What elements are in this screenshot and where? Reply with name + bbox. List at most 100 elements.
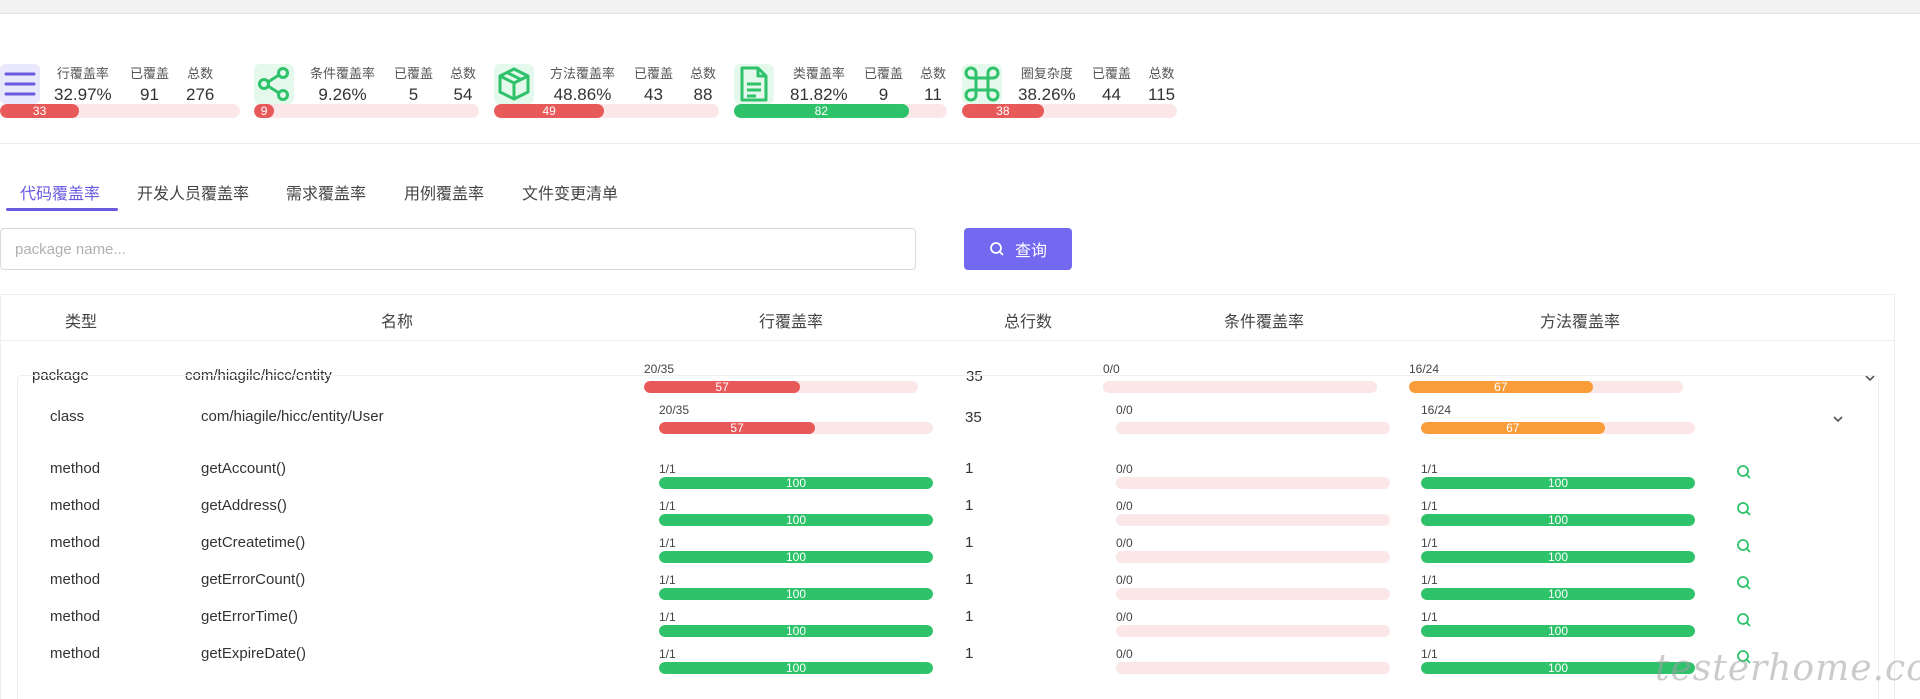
- tab-developer-coverage[interactable]: 开发人员覆盖率: [137, 180, 249, 210]
- stat-cyclomatic-complexity: 圈复杂度 38.26% 已覆盖 44 总数 115 38: [962, 14, 1177, 144]
- line-coverage-fill: 100: [659, 662, 933, 674]
- condition-coverage-bar: [1116, 625, 1390, 637]
- command-icon: [962, 64, 1002, 104]
- stat-progress-bar: 49: [494, 104, 719, 118]
- chevron-down-icon[interactable]: [1831, 412, 1845, 426]
- stat-rate: 条件覆盖率 9.26%: [310, 66, 376, 104]
- tab-code-coverage[interactable]: 代码覆盖率: [20, 180, 100, 210]
- condition-coverage-bar: [1116, 477, 1390, 489]
- row-type: method: [50, 534, 101, 551]
- header-name: 名称: [380, 314, 414, 331]
- condition-coverage-bar: [1116, 514, 1390, 526]
- query-button[interactable]: 查询: [964, 228, 1072, 270]
- method-coverage-ratio: 1/1: [1421, 610, 1438, 624]
- stat-progress-bar: 82: [734, 104, 947, 118]
- package-search-input[interactable]: [0, 228, 916, 270]
- method-coverage-ratio: 1/1: [1421, 647, 1438, 661]
- stat-progress-fill: 9: [254, 104, 275, 118]
- row-total-lines: 1: [965, 571, 974, 588]
- header-type: 类型: [64, 314, 98, 331]
- method-coverage-fill: 67: [1421, 422, 1605, 434]
- line-coverage-ratio: 1/1: [659, 499, 676, 513]
- stat-line-coverage: 行覆盖率 32.97% 已覆盖 91 总数 276 33: [0, 14, 240, 144]
- method-coverage-bar: 100: [1421, 551, 1695, 563]
- stat-rate: 圈复杂度 38.26%: [1018, 66, 1076, 104]
- search-icon[interactable]: [1736, 538, 1752, 554]
- line-coverage-ratio: 1/1: [659, 610, 676, 624]
- table-header: 类型 名称 行覆盖率 总行数 条件覆盖率 方法覆盖率: [1, 295, 1894, 341]
- tab-testcase-coverage[interactable]: 用例覆盖率: [404, 180, 484, 210]
- coverage-summary-panel: 行覆盖率 32.97% 已覆盖 91 总数 276 33 条件覆盖率 9.26% 已覆盖…: [0, 14, 1920, 144]
- condition-coverage-ratio: 0/0: [1116, 403, 1133, 417]
- line-coverage-bar: 100: [659, 588, 933, 600]
- line-coverage-bar: 100: [659, 625, 933, 637]
- line-coverage-bar: 57: [659, 422, 933, 434]
- stat-total: 总数 54: [450, 66, 477, 104]
- stat-covered: 已覆盖 43: [634, 66, 674, 104]
- stat-covered: 已覆盖 44: [1092, 66, 1132, 104]
- condition-coverage-ratio: 0/0: [1116, 536, 1133, 550]
- row-name: getAccount(): [201, 460, 287, 477]
- line-coverage-bar: 100: [659, 477, 933, 489]
- method-coverage-ratio: 1/1: [1421, 573, 1438, 587]
- package-expanded-panel: class com/hiagile/hicc/entity/User 20/35…: [17, 375, 1879, 699]
- top-bar: [0, 0, 1920, 14]
- method-coverage-fill: 100: [1421, 477, 1695, 489]
- line-coverage-fill: 100: [659, 551, 933, 563]
- line-coverage-fill: 100: [659, 477, 933, 489]
- row-total-lines: 35: [965, 409, 982, 426]
- header-method-rate: 方法覆盖率: [1539, 314, 1621, 331]
- line-coverage-ratio: 20/35: [644, 362, 675, 376]
- line-coverage-ratio: 1/1: [659, 647, 676, 661]
- method-coverage-fill: 100: [1421, 662, 1695, 674]
- stat-total: 总数 11: [920, 66, 947, 104]
- method-coverage-bar: 100: [1421, 625, 1695, 637]
- search-icon[interactable]: [1736, 464, 1752, 480]
- condition-coverage-bar: [1116, 588, 1390, 600]
- stat-rate: 方法覆盖率 48.86%: [550, 66, 616, 104]
- stat-progress-fill: 49: [494, 104, 605, 118]
- row-total-lines: 1: [965, 497, 974, 514]
- method-coverage-bar: 67: [1421, 422, 1695, 434]
- condition-coverage-ratio: 0/0: [1116, 462, 1133, 476]
- line-coverage-fill: 100: [659, 625, 933, 637]
- coverage-table: 类型 名称 行覆盖率 总行数 条件覆盖率 方法覆盖率 package com/h…: [0, 294, 1895, 699]
- search-icon[interactable]: [1736, 612, 1752, 628]
- stat-progress-bar: 38: [962, 104, 1177, 118]
- row-total-lines: 1: [965, 608, 974, 625]
- condition-coverage-ratio: 0/0: [1116, 610, 1133, 624]
- tab-file-change-list[interactable]: 文件变更清单: [522, 180, 618, 210]
- search-icon[interactable]: [1736, 575, 1752, 591]
- stat-progress-bar: 33: [0, 104, 240, 118]
- row-type: method: [50, 645, 101, 662]
- condition-coverage-ratio: 0/0: [1116, 647, 1133, 661]
- method-coverage-ratio: 1/1: [1421, 499, 1438, 513]
- row-name: getAddress(): [201, 497, 287, 514]
- condition-coverage-ratio: 0/0: [1116, 499, 1133, 513]
- line-coverage-fill: 100: [659, 514, 933, 526]
- method-coverage-bar: 100: [1421, 477, 1695, 489]
- stat-total: 总数 115: [1148, 66, 1176, 104]
- search-icon[interactable]: [1736, 501, 1752, 517]
- watermark: testerhome.com: [1655, 648, 1920, 689]
- stat-rate: 行覆盖率 32.97%: [54, 66, 112, 104]
- stat-class-coverage: 类覆盖率 81.82% 已覆盖 9 总数 11 82: [734, 14, 947, 144]
- method-coverage-ratio: 16/24: [1421, 403, 1452, 417]
- stat-covered: 已覆盖 9: [864, 66, 904, 104]
- line-coverage-ratio: 20/35: [659, 403, 690, 417]
- stat-method-coverage-values: 方法覆盖率 48.86% 已覆盖 43 总数 88 49: [494, 14, 719, 144]
- query-button-label: 查询: [1014, 243, 1047, 260]
- method-coverage-fill: 100: [1421, 588, 1695, 600]
- row-name: getErrorTime(): [201, 608, 298, 625]
- row-total-lines: 1: [965, 534, 974, 551]
- line-coverage-ratio: 1/1: [659, 573, 676, 587]
- stat-covered: 已覆盖 5: [394, 66, 434, 104]
- row-total-lines: 1: [965, 460, 974, 477]
- stat-progress-fill: 38: [962, 104, 1044, 118]
- line-coverage-ratio: 1/1: [659, 462, 676, 476]
- row-type: method: [50, 571, 101, 588]
- row-type: method: [50, 460, 101, 477]
- tab-requirement-coverage[interactable]: 需求覆盖率: [286, 180, 366, 210]
- row-name: getExpireDate(): [201, 645, 307, 662]
- stat-total: 总数 276: [186, 66, 215, 104]
